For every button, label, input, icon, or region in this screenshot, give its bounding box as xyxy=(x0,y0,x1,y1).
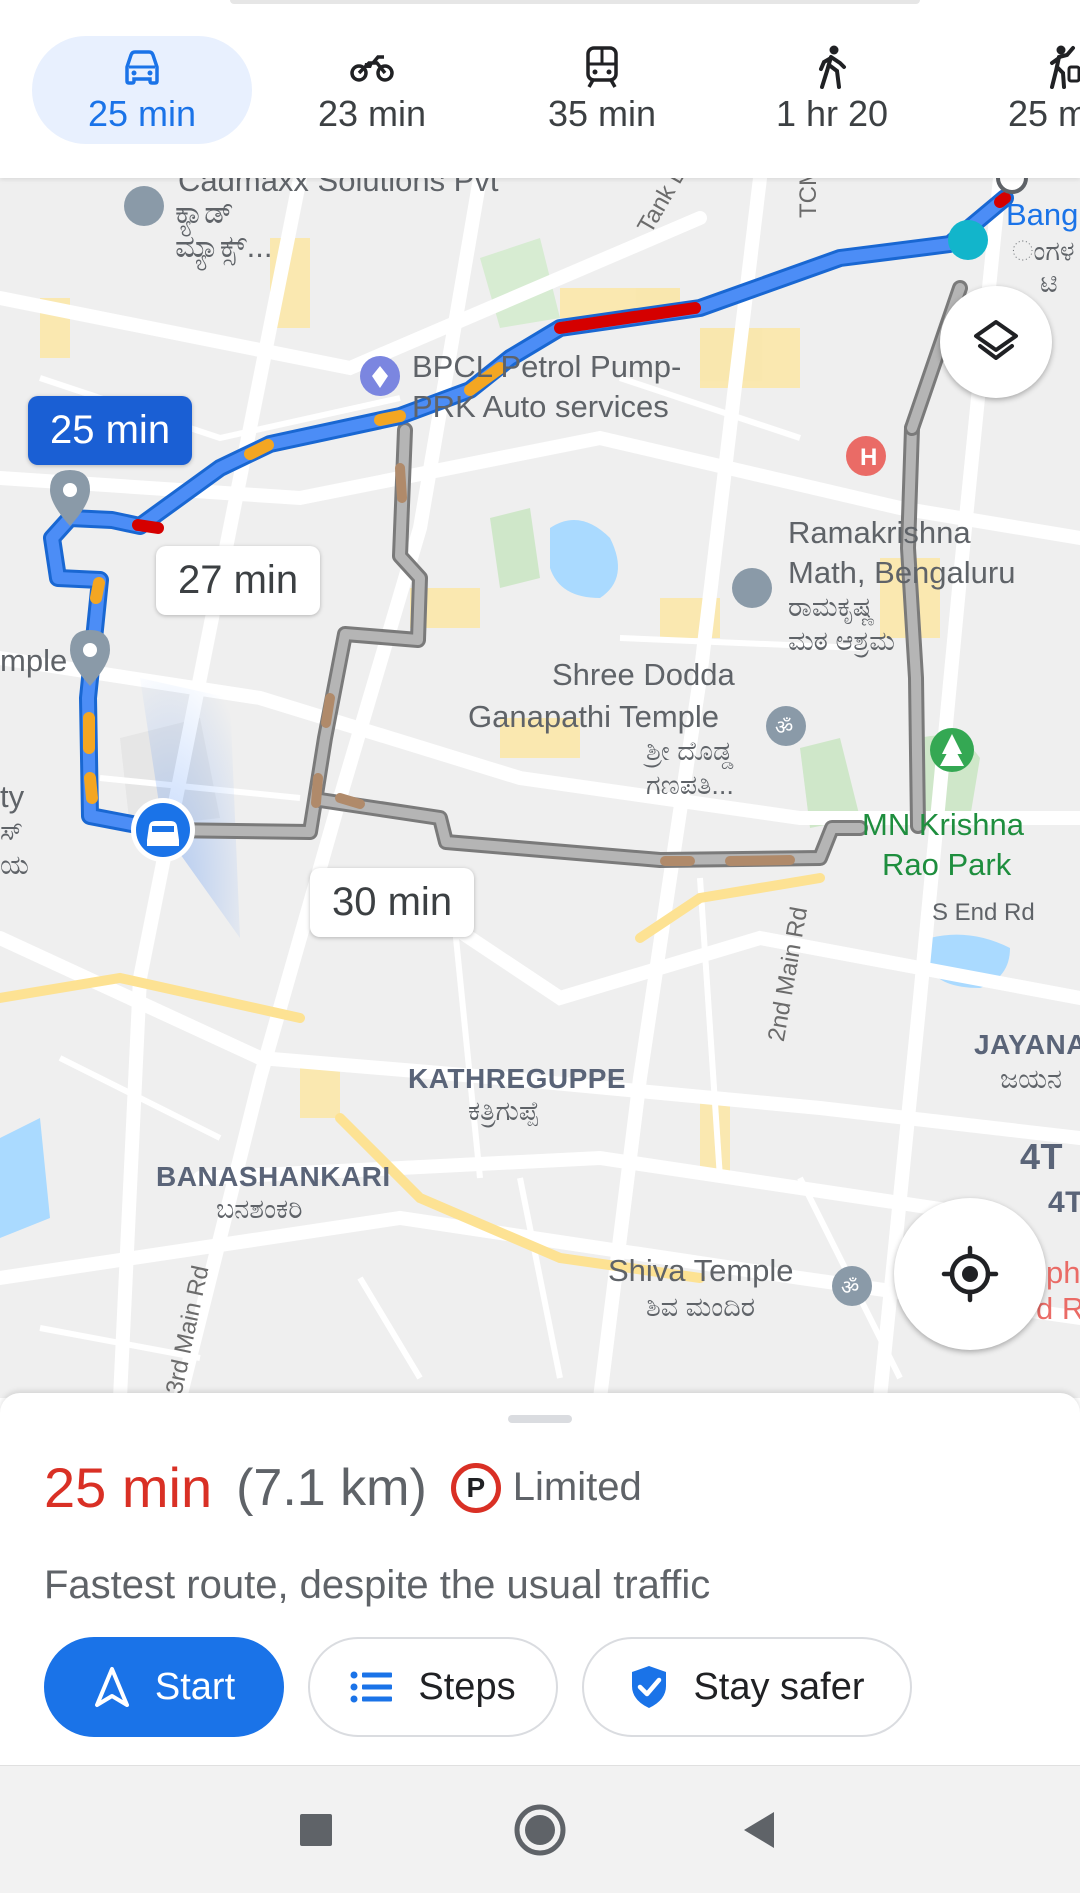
start-button-label: Start xyxy=(154,1665,236,1708)
mode-motorbike[interactable]: 23 min xyxy=(262,36,482,144)
place-mn-krishna-2[interactable]: Rao Park xyxy=(882,846,1011,884)
mode-motorbike-label: 23 min xyxy=(317,93,427,134)
place-dodda-1[interactable]: Shree Dodda xyxy=(552,656,735,694)
mode-transit-label: 35 min xyxy=(547,93,657,134)
place-bangalore[interactable]: Bang xyxy=(1006,196,1078,234)
crosshair-icon xyxy=(941,1245,999,1303)
place-ramakrishna-2[interactable]: Math, Bengaluru xyxy=(788,554,1015,592)
start-button[interactable]: Start xyxy=(44,1637,284,1737)
navigation-arrow-icon xyxy=(94,1667,129,1707)
mode-ride[interactable]: 25 min xyxy=(952,36,1080,144)
mode-ride-label: 25 min xyxy=(1007,93,1080,134)
square-icon xyxy=(300,1814,332,1846)
my-location-button[interactable] xyxy=(894,1198,1046,1350)
district-4t-2: 4T xyxy=(1048,1186,1080,1219)
route-distance: (7.1 km) xyxy=(236,1458,427,1517)
list-icon xyxy=(350,1671,393,1703)
route-bubble-alt-30[interactable]: 30 min xyxy=(310,868,475,937)
back-button[interactable] xyxy=(696,1766,824,1893)
walking-icon xyxy=(819,45,846,89)
layers-icon xyxy=(974,320,1018,360)
sheet-grab-handle[interactable] xyxy=(508,1415,572,1423)
layers-button[interactable] xyxy=(940,286,1052,398)
place-cadmaxx-kn: ಕ್ಯಾಡ್ ಮ್ಯಾಕ್ಸ್... xyxy=(175,195,273,264)
district-jayanagar: JAYANA xyxy=(974,1029,1080,1060)
circle-icon xyxy=(514,1804,566,1856)
district-kathreguppe-kn: ಕತ್ರಿಗುಪ್ಪೆ xyxy=(468,1096,540,1126)
steps-button[interactable]: Steps xyxy=(308,1637,558,1737)
svg-text:ॐ: ॐ xyxy=(775,715,793,739)
stay-safer-button-label: Stay safer xyxy=(693,1665,865,1708)
road-tcm: TCM xyxy=(795,178,822,218)
road-s-end: S End Rd xyxy=(932,899,1035,926)
svg-text:H: H xyxy=(860,444,877,471)
place-ramakrishna-kn2: ಮಠ ಆಶ್ರಮ xyxy=(788,626,895,656)
place-bpcl-1[interactable]: BPCL Petrol Pump- xyxy=(412,348,681,386)
top-handle xyxy=(230,0,920,4)
route-bubble-alt-27[interactable]: 27 min xyxy=(156,546,321,615)
mode-drive[interactable]: 25 min xyxy=(32,36,252,144)
train-icon xyxy=(586,46,618,88)
route-description: Fastest route, despite the usual traffic xyxy=(44,1563,711,1607)
motorbike-icon xyxy=(350,55,394,82)
stay-safer-button[interactable]: Stay safer xyxy=(582,1637,912,1737)
mode-walk[interactable]: 1 hr 20 xyxy=(722,36,942,144)
place-partial-ty-kn2: ಯ xyxy=(0,850,29,880)
map-view[interactable]: H ॐ ॐ Cadmaxx Solutions Pvt ಕ್ಯಾಡ್ ಮ್ಯಾಕ… xyxy=(0,178,1080,1398)
place-bpcl-2[interactable]: PRK Auto services xyxy=(412,388,669,426)
svg-text:ॐ: ॐ xyxy=(841,1275,859,1299)
place-partial-ty[interactable]: ty xyxy=(0,778,24,816)
route-duration: 25 min xyxy=(44,1456,213,1519)
car-icon xyxy=(125,50,159,85)
travel-mode-bar: 25 min 23 min 35 min 1 hr 20 25 m xyxy=(0,0,1080,178)
place-temple-partial[interactable]: mple xyxy=(0,642,67,680)
place-ramakrishna-kn1: ರಾಮಕೃಷ್ಣ xyxy=(788,592,875,622)
mode-drive-label: 25 min xyxy=(87,93,197,134)
place-ramakrishna-1[interactable]: Ramakrishna xyxy=(788,514,971,552)
place-shiva-temple-kn: ಶಿವ ಮಂದಿರ xyxy=(646,1292,755,1322)
place-partial-ph: ph xyxy=(1046,1255,1080,1290)
route-bubble-primary[interactable]: 25 min xyxy=(28,396,193,465)
person-hailing-icon xyxy=(1050,45,1080,89)
route-summary: 25 min (7.1 km) P Limited xyxy=(44,1455,642,1520)
place-dodda-kn2: ಗಣಪತಿ... xyxy=(646,770,734,800)
home-button[interactable] xyxy=(476,1766,604,1893)
back-triangle-icon xyxy=(744,1812,774,1848)
parking-label: Limited xyxy=(512,1465,642,1509)
place-bangalore-kn2: ಟಿ xyxy=(1040,268,1058,298)
district-jayanagar-kn: ಜಯನ xyxy=(1000,1064,1063,1094)
place-partial-ty-kn1: ಸ್ xyxy=(0,816,24,846)
route-sheet[interactable]: 25 min (7.1 km) P Limited Fastest route,… xyxy=(0,1393,1080,1765)
mode-walk-label: 1 hr 20 xyxy=(775,93,889,134)
shield-check-icon xyxy=(632,1666,667,1708)
parking-icon: P xyxy=(450,1462,501,1513)
recents-button[interactable] xyxy=(252,1766,380,1893)
district-4t-1: 4T xyxy=(1020,1136,1064,1177)
place-dodda-kn1: ಶ್ರೀ ದೊಡ್ಡ xyxy=(646,736,734,766)
mode-transit[interactable]: 35 min xyxy=(492,36,712,144)
place-shiva-temple[interactable]: Shiva Temple xyxy=(608,1252,794,1290)
steps-button-label: Steps xyxy=(418,1665,516,1708)
place-mn-krishna-1[interactable]: MN Krishna xyxy=(862,806,1024,844)
place-dodda-2[interactable]: Ganapathi Temple xyxy=(468,698,719,736)
system-nav-bar xyxy=(0,1765,1080,1893)
district-banashankari-kn: ಬನಶಂಕರಿ xyxy=(216,1194,303,1224)
